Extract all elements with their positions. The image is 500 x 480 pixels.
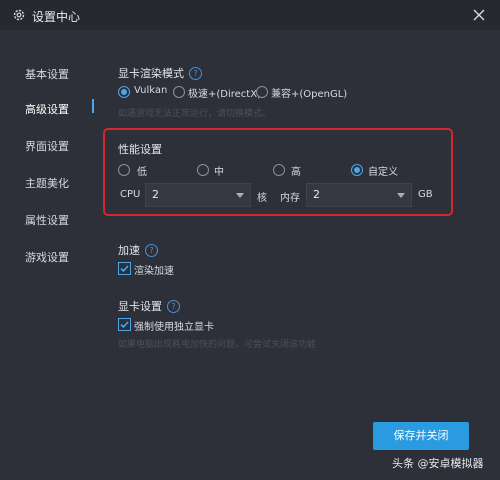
force-gpu-label: 强制使用独立显卡 [134,322,214,333]
sidebar-item-interface[interactable]: 界面设置 [25,138,69,154]
memory-value: 2 [313,188,320,201]
render-accel-checkbox[interactable] [118,262,131,275]
save-and-close-button[interactable]: 保存并关闭 [373,422,469,450]
sidebar: 基本设置 高级设置 界面设置 主题美化 属性设置 游戏设置 [0,30,100,480]
window-title: 设置中心 [32,10,81,24]
memory-label: 内存 [280,193,300,204]
gear-icon [13,9,25,21]
acceleration-title: 加速? [118,242,158,258]
radio-high[interactable] [273,164,285,176]
radio-custom[interactable] [351,164,363,176]
gpu-settings-title: 显卡设置? [118,298,180,314]
sidebar-item-theme[interactable]: 主题美化 [25,175,69,191]
gpu-hint: 如果电脑出现耗电加快的问题，可尝试关闭该功能 [118,340,317,350]
help-icon[interactable]: ? [167,300,180,313]
performance-title: 性能设置 [118,143,162,156]
radio-vulkan[interactable] [118,86,130,98]
radio-low-label: 低 [137,167,147,178]
render-mode-title: 显卡渲染模式? [118,65,202,81]
sidebar-item-games[interactable]: 游戏设置 [25,249,69,265]
memory-select[interactable]: 2 [306,183,412,207]
radio-vulkan-label: Vulkan [134,85,168,96]
radio-opengl-label: 兼容+(OpenGL) [271,89,348,100]
cpu-label: CPU [120,189,141,200]
radio-opengl[interactable] [256,86,268,98]
render-mode-hint: 如遇游戏无法正常运行，请切换模式。 [118,109,272,119]
check-icon [120,321,129,329]
active-nav-indicator [92,99,94,113]
close-icon[interactable] [470,6,488,24]
radio-directx[interactable] [173,86,185,98]
help-icon[interactable]: ? [189,67,202,80]
sidebar-item-basic[interactable]: 基本设置 [25,66,69,82]
help-icon[interactable]: ? [145,244,158,257]
render-accel-label: 渲染加速 [134,266,174,277]
sidebar-item-properties[interactable]: 属性设置 [25,212,69,228]
sidebar-item-advanced[interactable]: 高级设置 [25,101,69,117]
radio-high-label: 高 [291,167,301,178]
memory-unit: GB [418,189,433,200]
radio-directx-label: 极速+(DirectX) [188,89,261,100]
force-gpu-checkbox[interactable] [118,318,131,331]
chevron-down-icon [236,193,244,198]
check-icon [120,265,129,273]
cpu-unit: 核 [257,193,267,204]
cpu-value: 2 [152,188,159,201]
radio-medium-label: 中 [214,167,224,178]
radio-low[interactable] [118,164,130,176]
chevron-down-icon [397,193,405,198]
watermark-text: 头条 @安卓模拟器 [392,457,484,470]
radio-custom-label: 自定义 [368,167,398,178]
radio-medium[interactable] [197,164,209,176]
title-bar: 设置中心 [0,0,500,30]
cpu-select[interactable]: 2 [145,183,251,207]
